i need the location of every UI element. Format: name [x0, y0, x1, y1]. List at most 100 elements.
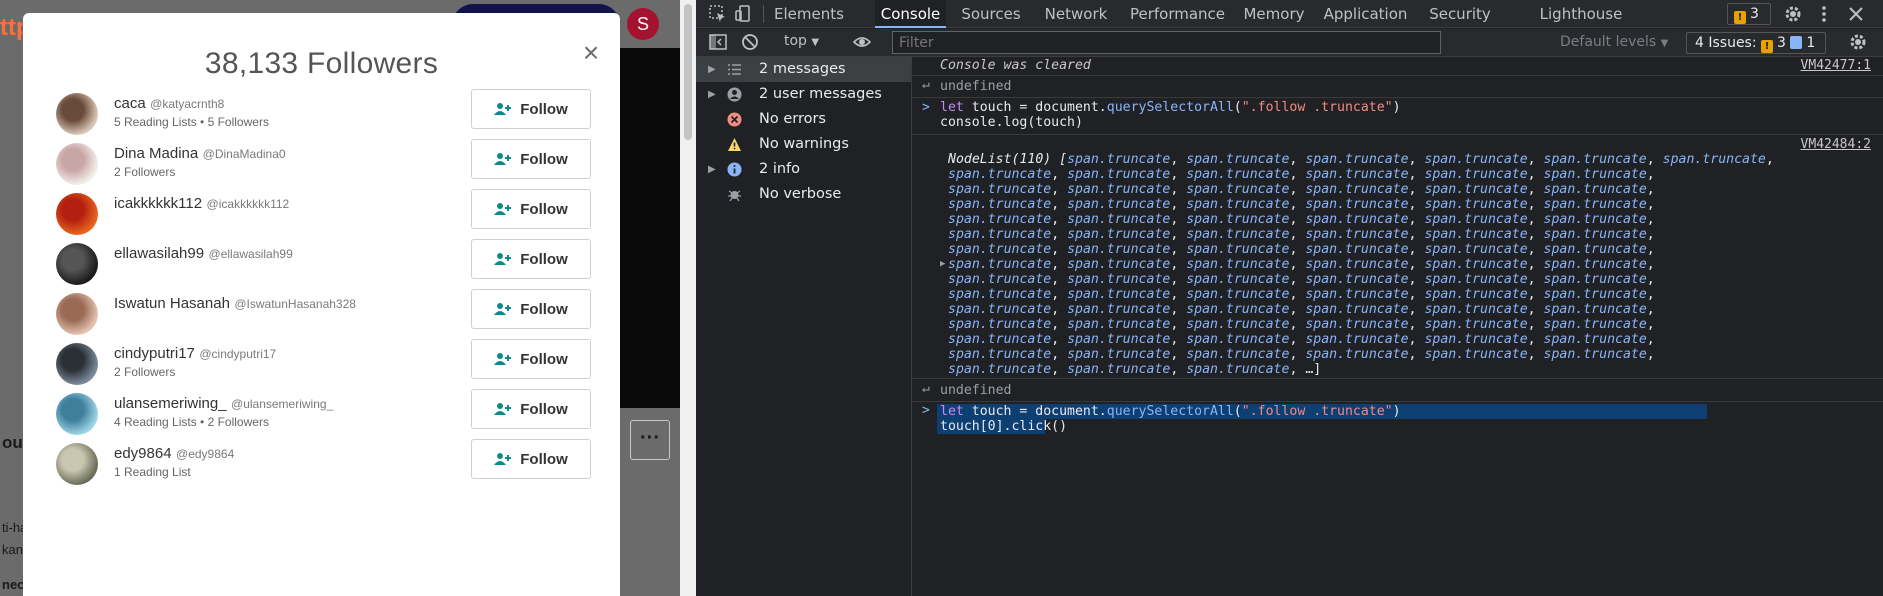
nodelist-item[interactable]: span.truncate: [1544, 242, 1647, 257]
expand-arrow-icon[interactable]: ▶: [708, 157, 716, 182]
nodelist-item[interactable]: span.truncate: [1544, 347, 1647, 362]
nodelist-item[interactable]: span.truncate: [1424, 317, 1527, 332]
nodelist-item[interactable]: span.truncate: [1424, 197, 1527, 212]
nodelist-item[interactable]: span.truncate: [1067, 287, 1170, 302]
page-scrollbar[interactable]: [680, 0, 696, 596]
nodelist-item[interactable]: span.truncate: [1067, 347, 1170, 362]
follow-button[interactable]: Follow: [471, 339, 591, 379]
nodelist-item[interactable]: span.truncate: [1305, 242, 1408, 257]
nodelist-item[interactable]: span.truncate: [1305, 212, 1408, 227]
nodelist-item[interactable]: span.truncate: [1067, 167, 1170, 182]
tab-network[interactable]: Network: [1037, 0, 1115, 28]
nodelist-item[interactable]: span.truncate: [1186, 317, 1289, 332]
nodelist-item[interactable]: span.truncate: [948, 362, 1051, 377]
nodelist-item[interactable]: span.truncate: [1186, 227, 1289, 242]
nodelist-item[interactable]: span.truncate: [1544, 197, 1647, 212]
nodelist-item[interactable]: span.truncate: [948, 182, 1051, 197]
more-options-button[interactable]: ···: [630, 420, 670, 460]
nodelist-item[interactable]: span.truncate: [1424, 212, 1527, 227]
source-link[interactable]: VM42477:1: [1801, 57, 1871, 75]
nodelist-item[interactable]: span.truncate: [1067, 272, 1170, 287]
nodelist-item[interactable]: span.truncate: [948, 347, 1051, 362]
nodelist-item[interactable]: span.truncate: [948, 302, 1051, 317]
avatar[interactable]: [56, 143, 98, 185]
nodelist-item[interactable]: span.truncate: [1305, 272, 1408, 287]
nodelist-item[interactable]: span.truncate: [1305, 317, 1408, 332]
nodelist-item[interactable]: span.truncate: [948, 197, 1051, 212]
nodelist-item[interactable]: span.truncate: [1424, 227, 1527, 242]
nodelist-header[interactable]: NodeList(110) [: [948, 152, 1067, 167]
nodelist-item[interactable]: span.truncate: [948, 287, 1051, 302]
nodelist-item[interactable]: span.truncate: [948, 242, 1051, 257]
live-expression-eye-icon[interactable]: [852, 32, 872, 52]
avatar[interactable]: [56, 193, 98, 235]
follow-button[interactable]: Follow: [471, 89, 591, 129]
nodelist-item[interactable]: span.truncate: [1186, 362, 1289, 377]
sidebar-item-no-errors[interactable]: No errors: [696, 107, 911, 132]
nodelist-item[interactable]: span.truncate: [1424, 167, 1527, 182]
expand-arrow-icon[interactable]: ▶: [708, 82, 716, 107]
console-settings-gear-icon[interactable]: [1848, 32, 1868, 52]
follower-name[interactable]: Dina Madina: [114, 145, 198, 162]
sidebar-item-no-warnings[interactable]: No warnings: [696, 132, 911, 157]
nodelist-item[interactable]: span.truncate: [1186, 182, 1289, 197]
tab-security[interactable]: Security: [1423, 0, 1497, 28]
nodelist-item[interactable]: span.truncate: [1305, 287, 1408, 302]
nodelist-item[interactable]: span.truncate: [1067, 257, 1170, 272]
nodelist-item[interactable]: span.truncate: [1663, 152, 1766, 167]
follow-button[interactable]: Follow: [471, 239, 591, 279]
tab-lighthouse[interactable]: Lighthouse: [1528, 0, 1634, 28]
nodelist-item[interactable]: span.truncate: [1067, 197, 1170, 212]
avatar[interactable]: [56, 393, 98, 435]
follow-button[interactable]: Follow: [471, 189, 591, 229]
avatar[interactable]: [56, 343, 98, 385]
scrollbar-thumb[interactable]: [684, 4, 692, 140]
clear-console-icon[interactable]: [740, 32, 760, 52]
avatar[interactable]: [56, 243, 98, 285]
nodelist-item[interactable]: span.truncate: [1544, 302, 1647, 317]
follow-button[interactable]: Follow: [471, 439, 591, 479]
nodelist-item[interactable]: span.truncate: [1544, 152, 1647, 167]
nodelist-item[interactable]: span.truncate: [1186, 257, 1289, 272]
filter-input[interactable]: [892, 31, 1441, 54]
nodelist-item[interactable]: span.truncate: [948, 317, 1051, 332]
nodelist-item[interactable]: span.truncate: [1424, 152, 1527, 167]
log-levels-dropdown[interactable]: Default levels ▼: [1560, 34, 1668, 50]
nodelist-item[interactable]: span.truncate: [1186, 197, 1289, 212]
nodelist-item[interactable]: span.truncate: [1424, 257, 1527, 272]
sidebar-item-no-verbose[interactable]: No verbose: [696, 182, 911, 207]
nodelist-item[interactable]: span.truncate: [948, 272, 1051, 287]
nodelist-item[interactable]: span.truncate: [1305, 227, 1408, 242]
settings-gear-icon[interactable]: [1783, 4, 1803, 24]
nodelist-item[interactable]: span.truncate: [1067, 242, 1170, 257]
nodelist-item[interactable]: span.truncate: [948, 227, 1051, 242]
nodelist-item[interactable]: span.truncate: [1186, 302, 1289, 317]
nodelist-item[interactable]: span.truncate: [948, 332, 1051, 347]
tab-sources[interactable]: Sources: [954, 0, 1028, 28]
follower-name[interactable]: ulansemeriwing_: [114, 395, 227, 412]
nodelist-item[interactable]: span.truncate: [1424, 332, 1527, 347]
nodelist-item[interactable]: span.truncate: [1186, 332, 1289, 347]
console-input[interactable]: touch[0].click(): [940, 419, 1883, 434]
sidebar-item-2-messages[interactable]: ▶ 2 messages: [696, 57, 911, 82]
sidebar-toggle-icon[interactable]: [708, 32, 728, 52]
nodelist-item[interactable]: span.truncate: [1544, 332, 1647, 347]
nodelist-item[interactable]: span.truncate: [1424, 182, 1527, 197]
nodelist-item[interactable]: span.truncate: [1186, 242, 1289, 257]
nodelist-item[interactable]: span.truncate: [1186, 347, 1289, 362]
expand-arrow-icon[interactable]: ▶: [940, 257, 945, 272]
nodelist-item[interactable]: span.truncate: [948, 257, 1051, 272]
nodelist-item[interactable]: span.truncate: [1305, 302, 1408, 317]
tab-console[interactable]: Console: [875, 0, 946, 28]
nodelist-item[interactable]: span.truncate: [1305, 332, 1408, 347]
close-button[interactable]: ×: [576, 39, 606, 69]
nodelist-item[interactable]: span.truncate: [1424, 272, 1527, 287]
sidebar-item-2-user-messages[interactable]: ▶ 2 user messages: [696, 82, 911, 107]
nodelist-item[interactable]: span.truncate: [1186, 152, 1289, 167]
nodelist-item[interactable]: span.truncate: [1186, 167, 1289, 182]
tab-memory[interactable]: Memory: [1241, 0, 1307, 28]
nodelist-item[interactable]: span.truncate: [1544, 227, 1647, 242]
nodelist-item[interactable]: span.truncate: [948, 167, 1051, 182]
follow-button[interactable]: Follow: [471, 139, 591, 179]
close-devtools-icon[interactable]: [1846, 4, 1866, 24]
